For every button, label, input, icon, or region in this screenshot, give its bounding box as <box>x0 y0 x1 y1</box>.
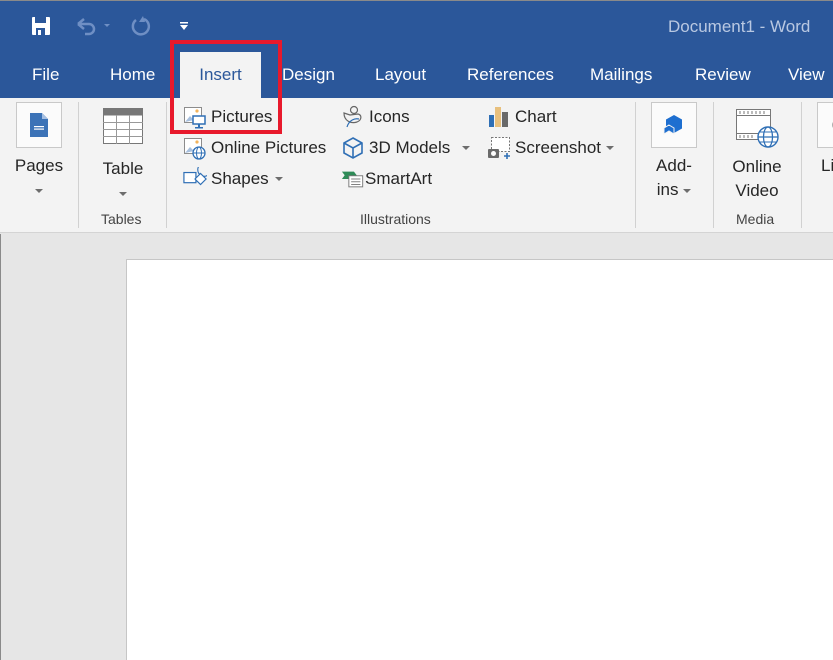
addins-label-line2: ins <box>656 180 679 199</box>
redo-icon <box>131 16 151 36</box>
customize-qat-button[interactable] <box>172 13 196 39</box>
shapes-label: Shapes <box>211 169 269 188</box>
window-title: Document1 - Word <box>668 17 811 36</box>
icons-icon <box>343 105 362 128</box>
icons-label: Icons <box>369 107 410 126</box>
chart-icon <box>489 107 508 127</box>
tab-insert[interactable]: Insert <box>180 52 261 98</box>
tables-group-label: Tables <box>101 211 142 227</box>
tab-review[interactable]: Review <box>695 52 751 98</box>
tab-view[interactable]: View <box>788 52 825 98</box>
addins-icon <box>663 115 682 135</box>
online-pictures-label: Online Pictures <box>211 138 327 157</box>
screenshot-caret-icon <box>606 146 614 150</box>
3d-models-icon <box>343 137 363 159</box>
screenshot-label: Screenshot <box>515 138 601 157</box>
tab-mailings[interactable]: Mailings <box>590 52 652 98</box>
undo-icon <box>77 18 110 36</box>
addins-caret-icon <box>683 188 692 193</box>
group-separator <box>801 102 802 228</box>
pages-label: Pages <box>14 156 64 175</box>
online-video-label-line1: Online <box>732 157 782 176</box>
redo-button[interactable] <box>128 13 152 39</box>
ribbon-tabs: File Home Insert Design Layout Reference… <box>0 52 833 98</box>
online-pictures-icon <box>184 138 206 160</box>
smartart-icon <box>341 171 364 188</box>
3d-models-label: 3D Models <box>369 138 451 157</box>
table-icon <box>103 108 143 144</box>
save-button[interactable] <box>29 13 53 39</box>
addins-button[interactable]: Add- ins <box>650 102 698 202</box>
pictures-icon <box>184 107 206 129</box>
screenshot-button[interactable]: Screenshot <box>487 134 614 162</box>
save-icon <box>32 17 50 35</box>
online-pictures-button[interactable]: Online Pictures <box>183 134 326 162</box>
media-group-label: Media <box>736 211 775 227</box>
3d-models-caret-icon <box>462 146 471 150</box>
online-video-icon <box>736 109 779 148</box>
group-separator <box>166 102 167 228</box>
tab-home[interactable]: Home <box>110 52 155 98</box>
3d-models-button[interactable]: 3D Models <box>341 134 471 162</box>
group-separator <box>713 102 714 228</box>
pages-button[interactable]: Pages <box>14 102 64 202</box>
chart-button[interactable]: Chart <box>487 103 557 131</box>
addins-icon-box <box>651 102 697 148</box>
online-video-button[interactable]: Online Video <box>725 108 789 203</box>
group-separator <box>78 102 79 228</box>
undo-button[interactable] <box>74 13 110 39</box>
links-label: Li <box>821 156 833 175</box>
customize-qat-icon <box>180 22 188 30</box>
illustrations-group-label: Illustrations <box>360 211 431 227</box>
pages-caret-icon <box>35 188 43 193</box>
shapes-button[interactable]: Shapes <box>183 165 283 193</box>
pictures-button[interactable]: Pictures <box>183 103 272 131</box>
ribbon-insert: Pages Table Tables Pictures Online Pictu… <box>0 98 833 233</box>
pages-icon-box <box>16 102 62 148</box>
shapes-caret-icon <box>274 177 283 181</box>
tab-references[interactable]: References <box>467 52 554 98</box>
table-caret-icon <box>119 191 127 196</box>
addins-label-line1: Add- <box>656 156 692 175</box>
tab-layout[interactable]: Layout <box>375 52 426 98</box>
smartart-button[interactable]: SmartArt <box>341 165 432 193</box>
table-button[interactable]: Table <box>96 108 150 205</box>
links-icon <box>832 122 833 128</box>
chart-label: Chart <box>515 107 557 126</box>
shapes-icon <box>183 167 207 186</box>
smartart-label: SmartArt <box>365 169 433 188</box>
document-page[interactable] <box>126 259 833 660</box>
title-bar: Document1 - Word <box>0 0 833 52</box>
group-separator <box>635 102 636 228</box>
screenshot-icon <box>488 137 510 159</box>
tab-design[interactable]: Design <box>282 52 335 98</box>
table-label: Table <box>102 159 144 178</box>
tab-file[interactable]: File <box>32 52 59 98</box>
links-icon-box <box>817 102 833 148</box>
online-video-label-line2: Video <box>735 181 779 200</box>
pictures-label: Pictures <box>211 107 273 126</box>
icons-button[interactable]: Icons <box>341 103 410 131</box>
links-button[interactable]: Li <box>817 102 833 178</box>
pages-icon <box>30 113 48 137</box>
